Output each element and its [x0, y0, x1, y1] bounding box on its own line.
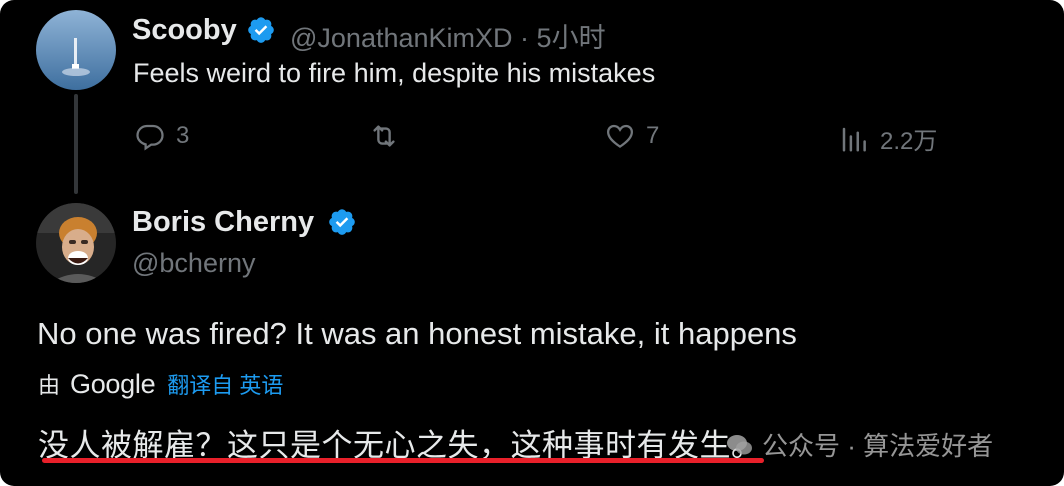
tweet-text: Feels weird to fire him, despite his mis… — [133, 58, 656, 88]
google-logo-text: Google — [70, 368, 156, 399]
timestamp[interactable]: 5小时 — [537, 23, 606, 53]
translated-by-label: 由 — [38, 373, 61, 398]
verified-badge-icon — [248, 17, 274, 43]
wechat-icon — [727, 434, 752, 454]
reply-button[interactable]: 3 — [134, 121, 189, 151]
watermark: 公众号 · 算法爱好者 — [726, 426, 993, 463]
author-handle[interactable]: @JonathanKimXD — [290, 23, 513, 53]
tweet-thread-card: Scooby @JonathanKimXD · 5小时 Feels weird … — [0, 0, 1064, 486]
reply-count: 3 — [176, 122, 190, 149]
watermark-text: 公众号 · 算法爱好者 — [762, 431, 994, 461]
reply-icon — [136, 124, 164, 151]
highlight-underline — [42, 458, 764, 463]
thread-connector — [74, 94, 78, 194]
retweet-icon — [373, 125, 395, 147]
heart-icon — [606, 124, 634, 148]
tweet-meta: @JonathanKimXD · 5小时 — [290, 16, 606, 55]
retweet-button[interactable] — [366, 121, 402, 151]
views-button[interactable]: 2.2万 — [838, 121, 937, 156]
like-count: 7 — [646, 122, 660, 149]
author-name[interactable]: Scooby — [132, 14, 237, 47]
like-button[interactable]: 7 — [604, 121, 659, 151]
author-name[interactable]: Boris Cherny — [132, 206, 314, 239]
verified-badge-icon — [329, 209, 355, 235]
avatar-boris[interactable] — [36, 203, 116, 283]
tweet-text: No one was fired? It was an honest mista… — [37, 316, 797, 351]
author-handle[interactable]: @bcherny — [132, 248, 255, 279]
translated-from-link[interactable]: 翻译自 英语 — [167, 368, 283, 400]
views-count: 2.2万 — [880, 128, 938, 155]
avatar-scooby[interactable] — [36, 10, 116, 90]
translation-attribution: 由 Google 翻译自 英语 — [38, 368, 283, 400]
meta-separator: · — [520, 23, 530, 53]
views-chart-icon — [842, 127, 866, 151]
